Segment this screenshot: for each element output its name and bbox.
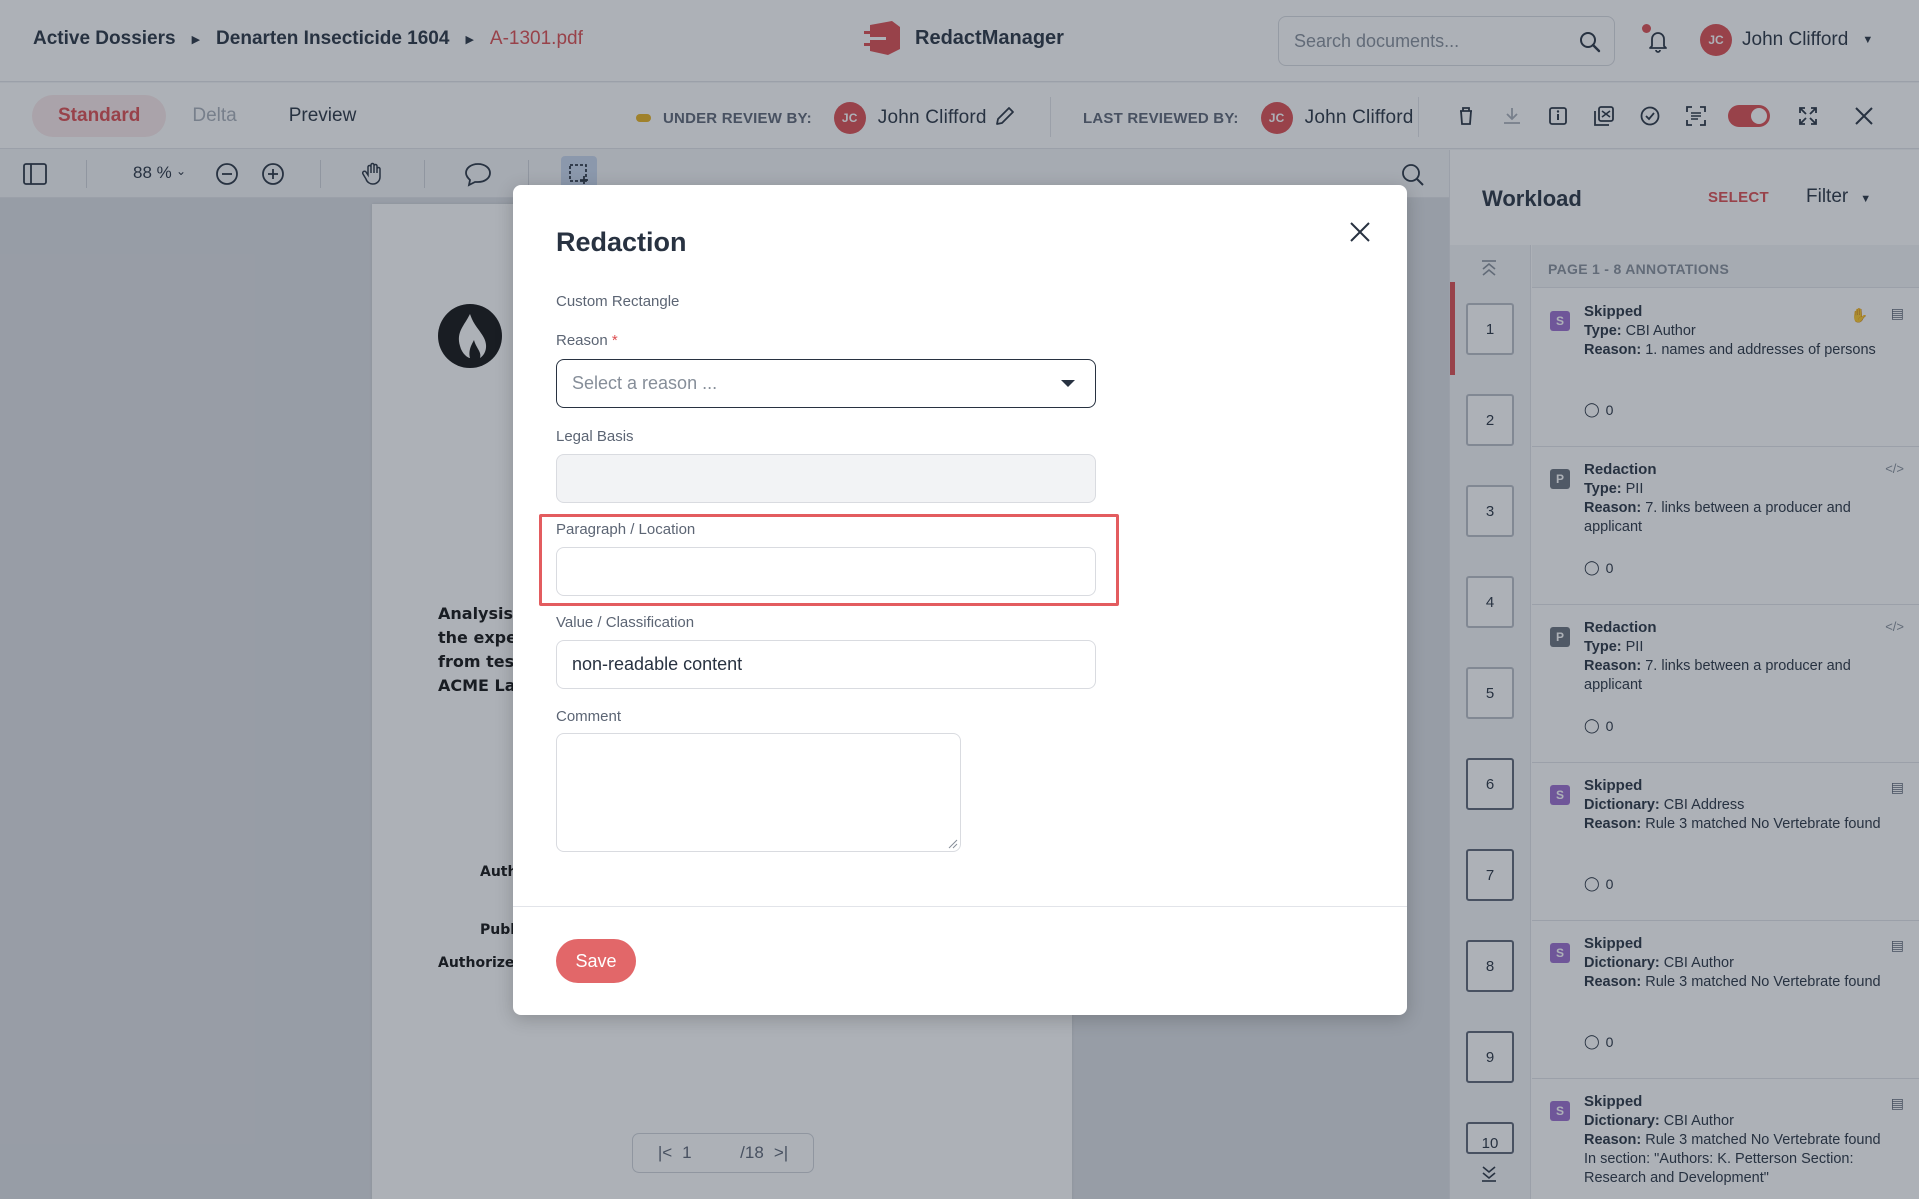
value-classification-input[interactable]: non-readable content xyxy=(556,640,1096,689)
redaction-dialog: Redaction Custom Rectangle Reason * Sele… xyxy=(513,185,1407,1015)
reason-select[interactable]: Select a reason ... xyxy=(556,359,1096,408)
reason-placeholder: Select a reason ... xyxy=(572,373,718,393)
dropdown-arrow-icon xyxy=(1061,380,1075,387)
legal-basis-label: Legal Basis xyxy=(556,428,634,445)
resize-handle-icon[interactable] xyxy=(948,839,958,849)
dialog-footer-divider xyxy=(513,906,1407,907)
legal-basis-field xyxy=(556,454,1096,503)
comment-label: Comment xyxy=(556,708,622,725)
required-mark: * xyxy=(611,332,618,349)
annotation-type: Custom Rectangle xyxy=(556,293,680,310)
dialog-title: Redaction xyxy=(556,227,687,257)
paragraph-location-input[interactable] xyxy=(556,547,1096,596)
save-button[interactable]: Save xyxy=(556,939,636,983)
value-classification-label: Value / Classification xyxy=(556,614,695,631)
close-icon[interactable] xyxy=(1345,217,1375,247)
reason-label: Reason * xyxy=(556,332,618,349)
paragraph-location-label: Paragraph / Location xyxy=(556,521,696,538)
comment-textarea[interactable] xyxy=(556,733,961,852)
